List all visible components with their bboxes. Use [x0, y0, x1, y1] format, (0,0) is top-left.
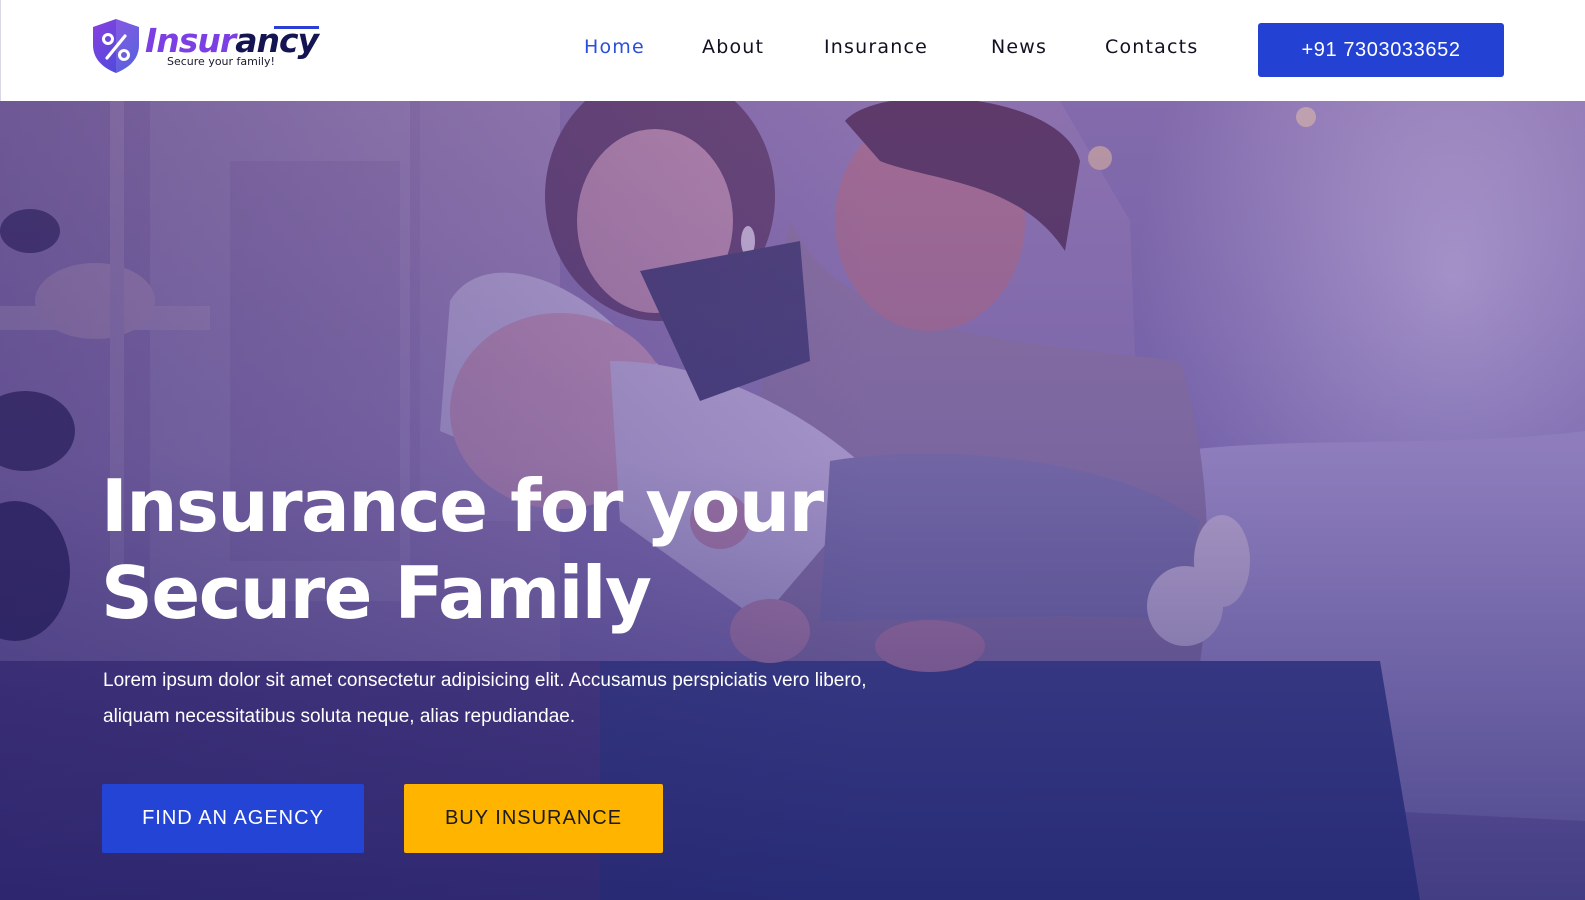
brand-tagline: Secure your family!	[167, 55, 275, 68]
landing-page: Insurancy Secure your family! Home About…	[0, 0, 1585, 900]
hero-title: Insurance for your Secure Family	[101, 463, 921, 637]
find-agency-button[interactable]: FIND AN AGENCY	[102, 784, 364, 853]
hero-title-line2: Secure Family	[101, 551, 652, 635]
brand-logo[interactable]: Insurancy Secure your family!	[89, 17, 329, 77]
site-header: Insurancy Secure your family! Home About…	[0, 0, 1585, 101]
hero-title-line1: Insurance for your	[101, 464, 824, 548]
hero-description: Lorem ipsum dolor sit amet consectetur a…	[103, 670, 867, 727]
nav-item-home[interactable]: Home	[584, 36, 645, 58]
nav-item-about[interactable]: About	[702, 36, 764, 58]
nav-item-news[interactable]: News	[991, 36, 1047, 58]
percent-shield-icon	[93, 19, 139, 73]
nav-item-insurance[interactable]: Insurance	[824, 36, 928, 58]
nav-item-contacts[interactable]: Contacts	[1105, 36, 1198, 58]
phone-call-button[interactable]: +91 7303033652	[1258, 23, 1504, 77]
wordmark-underline	[274, 26, 319, 29]
buy-insurance-button[interactable]: BUY INSURANCE	[404, 784, 663, 853]
hero-section: Insurance for your Secure Family Lorem i…	[0, 101, 1585, 900]
